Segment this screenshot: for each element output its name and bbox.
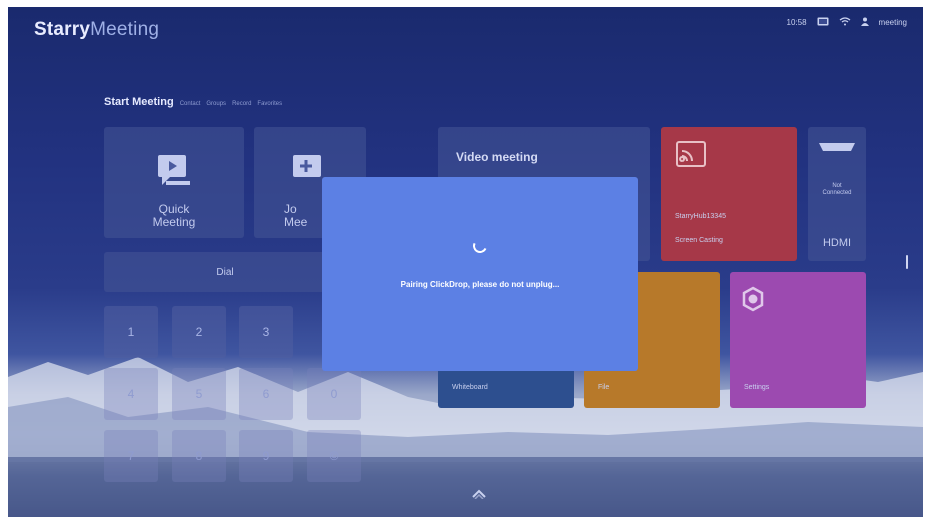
chevron-up-icon[interactable] [471,487,487,499]
app-logo: StarryMeeting [34,19,159,41]
whiteboard-label: Whiteboard [452,384,488,391]
user-name[interactable]: meeting [879,18,907,27]
key-backspace[interactable]: © [307,430,361,482]
quick-meeting-label: Quick Meeting [152,202,196,229]
video-meeting-label: Video meeting [456,150,538,164]
hdmi-label: HDMI [822,237,852,249]
loading-spinner-icon [471,237,489,255]
key-7[interactable]: 7 [104,430,158,482]
screen-icon [817,17,829,28]
screen-casting-tile[interactable]: StarryHub13345 Screen Casting [661,127,797,261]
settings-gear-icon [740,286,766,317]
key-1[interactable]: 1 [104,306,158,358]
settings-label: Settings [744,384,770,391]
wifi-icon[interactable] [839,17,851,28]
cast-icon [676,141,706,172]
meeting-home-screen: StarryMeeting 10:58 meeting Start Meetin… [8,7,923,517]
quick-meeting-tile[interactable]: Quick Meeting [104,127,244,238]
hdmi-icon [817,139,857,157]
clock: 10:58 [786,18,807,27]
logo-bold-text: Starry [34,19,91,40]
logo-thin-text: Meeting [90,19,160,40]
join-meeting-icon [291,153,321,192]
status-bar: 10:58 meeting [786,17,907,28]
tab-record[interactable]: Record [232,101,251,107]
tab-start-meeting[interactable]: Start Meeting [104,96,174,108]
hdmi-tile[interactable]: Not Connected HDMI [808,127,866,261]
quick-meeting-icon [156,153,192,192]
key-9[interactable]: 9 [239,430,293,482]
key-2[interactable]: 2 [172,306,226,358]
tab-favorites[interactable]: Favorites [257,101,282,107]
hdmi-status: Not Connected [822,183,852,196]
side-scroll-handle[interactable] [906,255,908,269]
tab-contact[interactable]: Contact [180,101,201,107]
key-0[interactable]: 0 [307,368,361,420]
key-8[interactable]: 8 [172,430,226,482]
key-4[interactable]: 4 [104,368,158,420]
top-tabs: Start Meeting Contact Groups Record Favo… [104,96,282,108]
cast-device-name: StarryHub13345 [675,213,726,220]
pairing-message: Pairing ClickDrop, please do not unplug.… [400,280,560,289]
tab-groups[interactable]: Groups [206,101,226,107]
key-3[interactable]: 3 [239,306,293,358]
key-5[interactable]: 5 [172,368,226,420]
cast-label: Screen Casting [675,237,723,244]
settings-tile[interactable]: Settings [730,272,866,408]
key-6[interactable]: 6 [239,368,293,420]
pairing-dialog: Pairing ClickDrop, please do not unplug.… [322,177,638,371]
file-label: File [598,384,610,391]
user-icon[interactable] [860,17,869,28]
